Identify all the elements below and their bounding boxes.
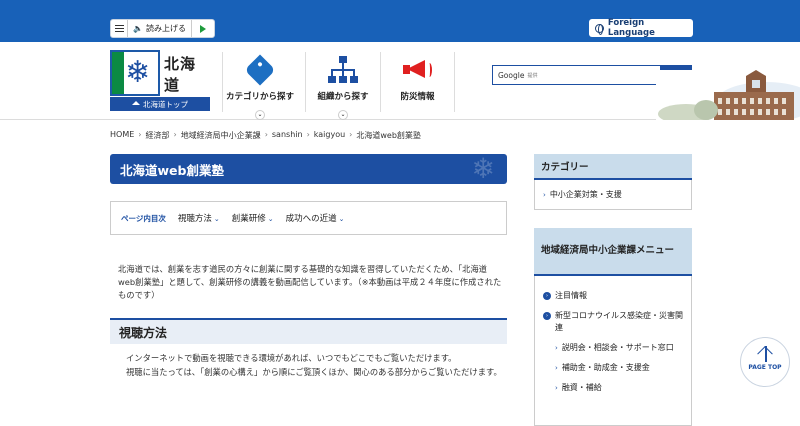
nav-disaster-info[interactable]: 防災情報 [380, 52, 455, 112]
sidebar-menu-subitem[interactable]: › 補助金・助成金・支援金 [543, 362, 683, 374]
play-icon [199, 24, 206, 33]
toc-item[interactable]: 視聴方法 ⌄ [178, 212, 220, 224]
government-building-illustration [656, 70, 800, 120]
globe-icon [595, 23, 604, 35]
chevron-right-icon: › [543, 312, 551, 320]
sidebar-menu-item[interactable]: › 新型コロナウイルス感染症・災害関連 [543, 310, 683, 334]
sidebar-menu-subitem[interactable]: › 融資・補給 [543, 382, 683, 394]
speaker-icon: 🔈 [133, 24, 143, 33]
menu-icon[interactable] [111, 20, 128, 37]
sidebar-menu-title: 地域経済局中小企業課メニュー [534, 228, 692, 276]
read-aloud-label: 読み上げる [145, 24, 186, 33]
toc-item[interactable]: 成功への近道 ⌄ [286, 212, 345, 224]
tag-icon [244, 54, 276, 86]
body-paragraph: インターネットで動画を視聴できる環境があれば、いつでもどこでもご覧いただけます。 [126, 353, 457, 363]
chevron-right-icon: › [555, 344, 558, 352]
sidebar-category: カテゴリー › 中小企業対策・支援 [534, 154, 692, 210]
hokkaido-top-link[interactable]: 北海道トップ [110, 97, 210, 111]
chevron-down-icon: ⌄ [267, 215, 274, 223]
table-of-contents: ページ内目次 視聴方法 ⌄ 創業研修 ⌄ 成功への近道 ⌄ [110, 201, 507, 235]
breadcrumb-item[interactable]: 地域経済局中小企業課 [181, 130, 261, 141]
chevron-right-icon: › [543, 191, 546, 199]
page-top-label: PAGE TOP [748, 364, 782, 371]
top-bar: 🔈 読み上げる Foreign Language [0, 0, 800, 42]
site-header: ❄ 北海道 北海道トップ カテゴリから探す ⌄ 組織から探す ⌄ 防災情報 Go… [0, 42, 800, 120]
sidebar-menu-subitem[interactable]: › 説明会・相談会・サポート窓口 [543, 342, 683, 354]
chevron-down-icon: ⌄ [255, 110, 265, 120]
chevron-right-icon: › [555, 364, 558, 372]
site-name: 北海道 [164, 55, 197, 94]
megaphone-icon [402, 57, 433, 83]
read-aloud-button[interactable]: 🔈 読み上げる [128, 20, 192, 37]
foreign-language-button[interactable]: Foreign Language [589, 18, 693, 38]
hokkaido-emblem: ❄ [110, 50, 160, 96]
search-input[interactable]: Google 提供 [492, 65, 661, 85]
sidebar-category-item[interactable]: › 中小企業対策・支援 [543, 189, 683, 201]
nav-category-search[interactable]: カテゴリから探す ⌄ [222, 52, 297, 120]
page-top-button[interactable]: PAGE TOP [740, 337, 790, 387]
chevron-right-icon: › [543, 292, 551, 300]
play-button[interactable] [192, 20, 214, 37]
breadcrumb-item[interactable]: sanshin [272, 130, 303, 141]
foreign-language-label: Foreign Language [607, 18, 655, 38]
toc-title: ページ内目次 [121, 213, 166, 223]
sidebar-menu-item[interactable]: › 注目情報 [543, 290, 683, 302]
intro-paragraph: 北海道では、創業を志す道民の方々に創業に関する基礎的な知識を習得していただくため… [118, 264, 502, 300]
page-title: 北海道web創業塾 [120, 162, 224, 178]
section-heading: 視聴方法 [110, 318, 507, 344]
body-paragraph: 視聴に当たっては、「創業の心構え」から順にご覧頂くほか、関心のある部分からご覧い… [126, 367, 502, 377]
arrow-up-icon [741, 344, 789, 364]
chevron-right-icon: › [555, 384, 558, 392]
chevron-down-icon: ⌄ [213, 215, 220, 223]
breadcrumb-current: 北海道web創業塾 [356, 131, 421, 140]
breadcrumb-item[interactable]: kaigyou [314, 130, 345, 141]
read-aloud-toolbar: 🔈 読み上げる [110, 19, 215, 38]
breadcrumb-item[interactable]: 経済部 [145, 130, 169, 141]
breadcrumb: HOME › 経済部 › 地域経済局中小企業課 › sanshin › kaigyou ›… [110, 130, 421, 141]
snowflake-star-icon: ❄ [471, 154, 495, 184]
page-title-bar: 北海道web創業塾 ❄ [110, 154, 507, 184]
nav-organization-search[interactable]: 組織から探す ⌄ [305, 52, 380, 120]
chevron-down-icon: ⌄ [338, 110, 348, 120]
toc-item[interactable]: 創業研修 ⌄ [232, 212, 274, 224]
chevron-down-icon: ⌄ [338, 215, 345, 223]
org-chart-icon [328, 56, 358, 84]
site-logo[interactable]: ❄ 北海道 北海道トップ [110, 50, 210, 111]
sidebar-menu: 地域経済局中小企業課メニュー › 注目情報 › 新型コロナウイルス感染症・災害関… [534, 228, 692, 426]
sidebar-category-title: カテゴリー [534, 154, 692, 180]
home-icon [132, 101, 140, 105]
snowflake-star-icon: ❄ [125, 55, 151, 90]
breadcrumb-home[interactable]: HOME [110, 130, 134, 141]
